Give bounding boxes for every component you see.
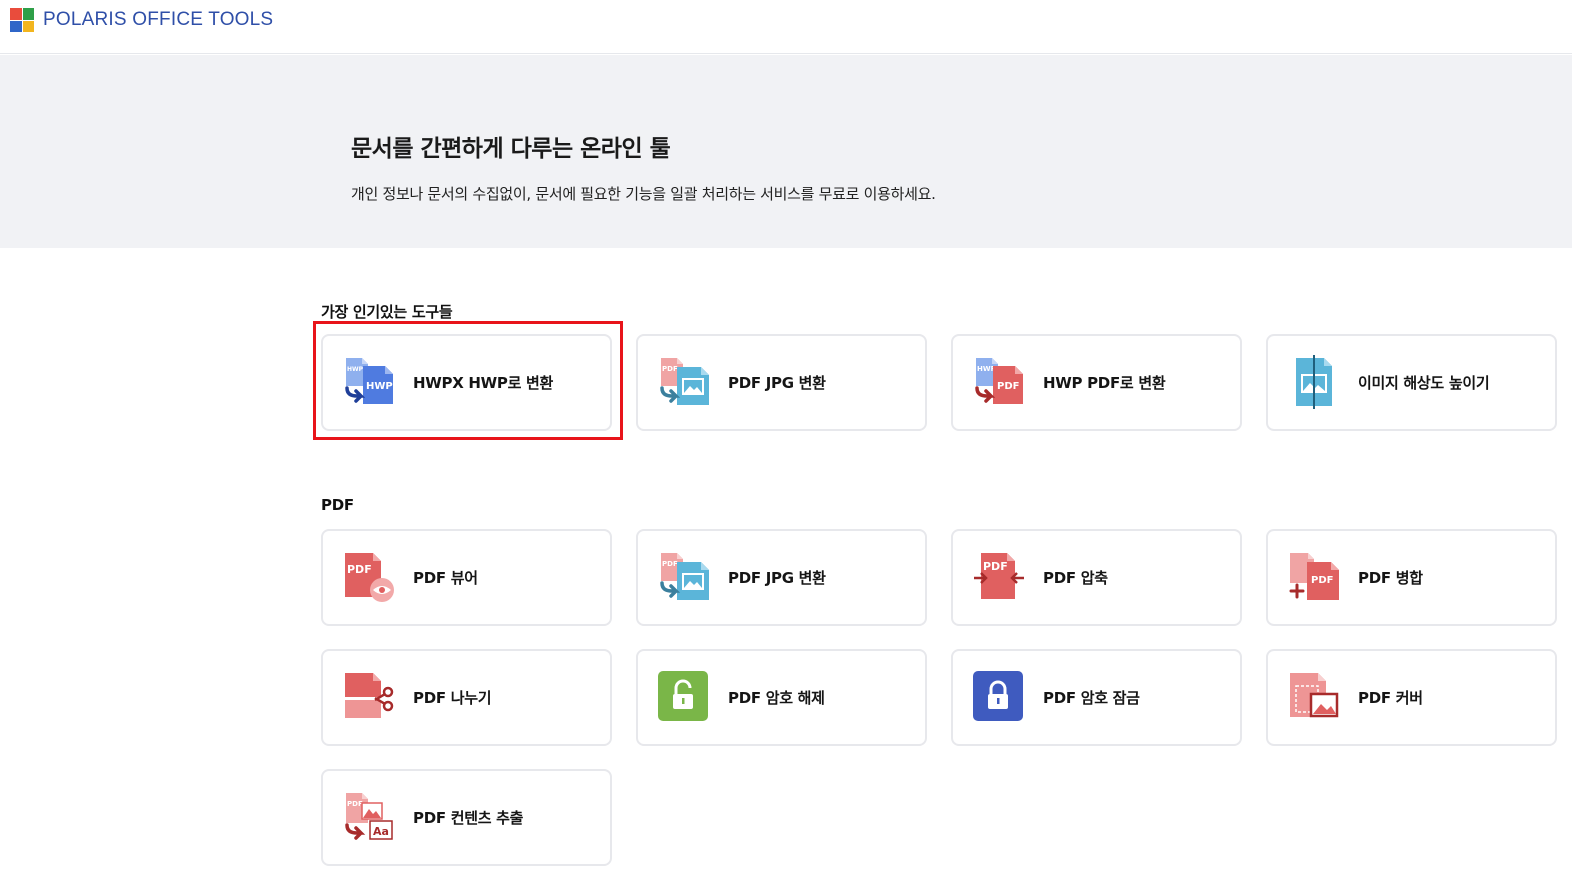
section-title-pdf: PDF [321, 496, 354, 514]
tool-card-pdf-viewer[interactable]: PDF PDF 뷰어 [321, 529, 612, 626]
svg-text:PDF: PDF [983, 560, 1008, 573]
tool-card-image-upscale[interactable]: 이미지 해상도 높이기 [1266, 334, 1557, 431]
tool-label: HWP PDF로 변환 [1043, 374, 1166, 392]
polaris-logo-icon [10, 8, 34, 32]
svg-text:PDF: PDF [347, 800, 363, 808]
tool-card-pdf-split[interactable]: PDF 나누기 [321, 649, 612, 746]
svg-text:HWP: HWP [977, 365, 996, 373]
svg-text:PDF: PDF [997, 381, 1019, 392]
svg-text:PDF: PDF [662, 560, 678, 568]
pdf-viewer-icon: PDF [345, 553, 394, 602]
svg-text:PDF: PDF [662, 365, 678, 373]
tool-label: PDF JPG 변환 [728, 569, 826, 587]
pdf-merge-icon: PDF [1289, 553, 1339, 600]
tool-label: PDF 뷰어 [413, 569, 478, 587]
tool-card-hwpx-to-hwp[interactable]: HWPX HWP HWPX HWP로 변환 [321, 334, 612, 431]
svg-text:Aa: Aa [373, 825, 389, 838]
pdf-lock-icon [973, 671, 1023, 721]
tool-card-pdf-to-jpg[interactable]: PDF PDF JPG 변환 [636, 334, 927, 431]
tool-card-pdf-unlock[interactable]: PDF 암호 해제 [636, 649, 927, 746]
tool-label: PDF 컨텐츠 추출 [413, 809, 524, 827]
tool-card-pdf-extract-content[interactable]: PDF Aa PDF 컨텐츠 추출 [321, 769, 612, 866]
tool-label: PDF 암호 잠금 [1043, 689, 1140, 707]
hero-banner: 문서를 간편하게 다루는 온라인 툴 개인 정보나 문서의 수집없이, 문서에 … [0, 55, 1572, 248]
tool-card-pdf-cover[interactable]: PDF 커버 [1266, 649, 1557, 746]
pdf-to-jpg-icon: PDF [660, 358, 709, 405]
tool-card-pdf-to-jpg-2[interactable]: PDF PDF JPG 변환 [636, 529, 927, 626]
tool-card-pdf-merge[interactable]: PDF PDF 병합 [1266, 529, 1557, 626]
section-title-popular: 가장 인기있는 도구들 [321, 303, 453, 321]
tool-card-pdf-lock[interactable]: PDF 암호 잠금 [951, 649, 1242, 746]
top-bar: POLARIS OFFICE TOOLS [0, 0, 1572, 54]
image-upscale-icon [1296, 355, 1332, 409]
hwpx-to-hwp-icon: HWPX HWP [345, 358, 393, 404]
tool-label: PDF 나누기 [413, 689, 492, 707]
pdf-to-jpg-icon: PDF [660, 553, 709, 600]
tool-card-hwp-to-pdf[interactable]: HWP PDF HWP PDF로 변환 [951, 334, 1242, 431]
tool-label: HWPX HWP로 변환 [413, 374, 553, 392]
pdf-split-icon [345, 673, 394, 718]
pdf-cover-icon [1290, 673, 1339, 718]
tool-label: 이미지 해상도 높이기 [1358, 374, 1490, 392]
brand-logo[interactable]: POLARIS OFFICE TOOLS [10, 8, 273, 32]
svg-text:PDF: PDF [347, 563, 372, 576]
tool-label: PDF 커버 [1358, 689, 1423, 707]
tool-label: PDF 암호 해제 [728, 689, 825, 707]
pdf-compress-icon: PDF [974, 553, 1024, 599]
svg-text:HWP: HWP [366, 381, 393, 392]
svg-text:PDF: PDF [1311, 575, 1333, 586]
brand-name: POLARIS OFFICE TOOLS [43, 9, 274, 30]
tool-label: PDF 압축 [1043, 569, 1108, 587]
tool-card-pdf-compress[interactable]: PDF PDF 압축 [951, 529, 1242, 626]
hwp-to-pdf-icon: HWP PDF [975, 358, 1023, 404]
page-title: 문서를 간편하게 다루는 온라인 툴 [351, 136, 671, 162]
pdf-extract-content-icon: PDF Aa [345, 793, 393, 840]
page-subtitle: 개인 정보나 문서의 수집없이, 문서에 필요한 기능을 일괄 처리하는 서비스… [351, 185, 936, 203]
pdf-unlock-icon [658, 671, 708, 721]
tool-label: PDF JPG 변환 [728, 374, 826, 392]
tool-label: PDF 병합 [1358, 569, 1423, 587]
